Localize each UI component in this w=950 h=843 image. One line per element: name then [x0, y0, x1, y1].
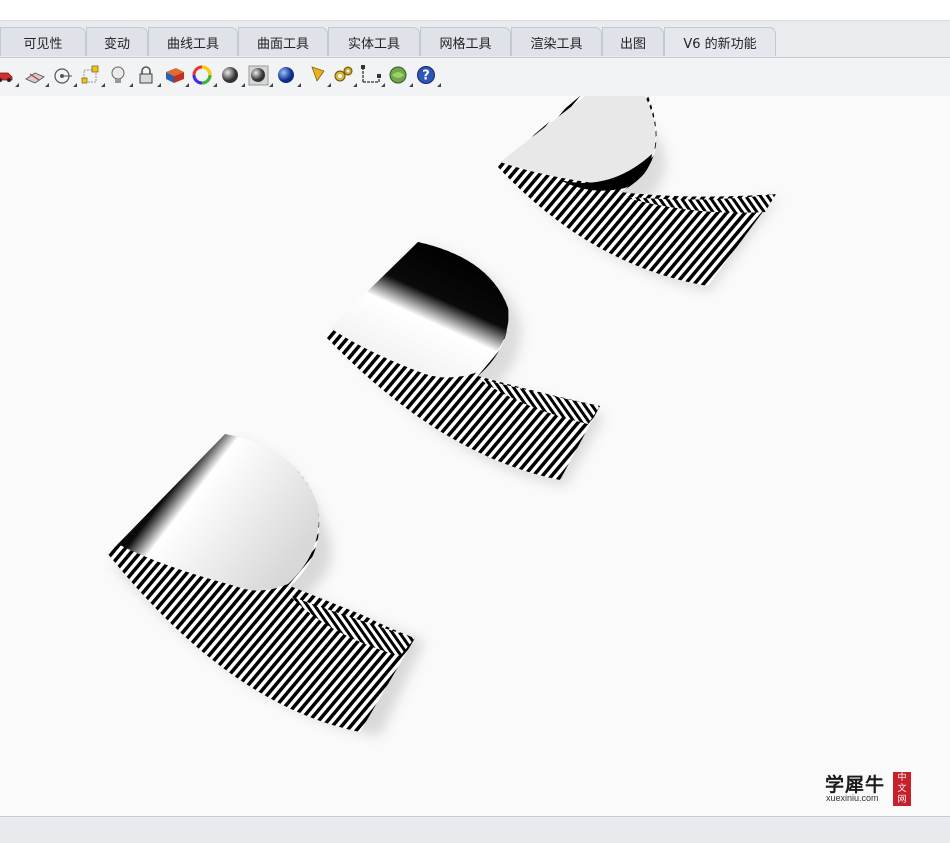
- seal-char: 文: [897, 784, 907, 794]
- tab-solid-tools[interactable]: 实体工具: [328, 27, 420, 56]
- help-icon[interactable]: ?: [416, 64, 441, 87]
- tab-curve-tools[interactable]: 曲线工具: [148, 27, 238, 56]
- target-icon[interactable]: [52, 64, 77, 87]
- zebra-surface-top[interactable]: [497, 96, 778, 291]
- watermark-seal: 中 文 网: [893, 772, 911, 806]
- tab-label: 渲染工具: [530, 36, 583, 52]
- title-strip: [0, 0, 950, 21]
- bounding-box-icon[interactable]: [80, 64, 105, 87]
- svg-text:?: ?: [422, 69, 430, 84]
- seal-char: 中: [897, 773, 907, 783]
- tab-surface-tools[interactable]: 曲面工具: [238, 27, 328, 56]
- dimension-icon[interactable]: [360, 64, 385, 87]
- tab-bar: 可见性 变动 曲线工具 曲面工具 实体工具 网格工具 渲染工具 出图 V6 的新…: [0, 21, 950, 57]
- spotlight-icon[interactable]: [306, 64, 331, 87]
- globe-icon[interactable]: [388, 64, 413, 87]
- tab-label: 可见性: [23, 36, 63, 52]
- tab-mesh-tools[interactable]: 网格工具: [420, 27, 511, 56]
- tab-label: V6 的新功能: [683, 36, 757, 52]
- tab-label: 出图: [619, 36, 646, 52]
- perspective-viewport[interactable]: [0, 96, 950, 816]
- sketch-plane-icon[interactable]: [24, 64, 49, 87]
- tab-label: 曲线工具: [166, 36, 219, 52]
- blue-sphere-icon[interactable]: [276, 64, 301, 87]
- command-toolbar: ?: [0, 57, 950, 97]
- tab-label: 实体工具: [347, 36, 400, 52]
- tab-label: 曲面工具: [256, 36, 309, 52]
- tab-visibility[interactable]: 可见性: [0, 27, 86, 56]
- tab-render-tools[interactable]: 渲染工具: [511, 27, 602, 56]
- shaded-sphere-icon[interactable]: [220, 64, 245, 87]
- tab-layout[interactable]: 出图: [602, 27, 664, 56]
- tab-label: 变动: [103, 36, 130, 52]
- lock-icon[interactable]: [136, 64, 161, 87]
- zebra-analysis-surfaces: [108, 96, 778, 736]
- status-bar: [0, 816, 950, 843]
- book-layer-icon[interactable]: [164, 64, 189, 87]
- watermark-logo: 学犀牛 xuexiniu.com 中 文 网: [822, 770, 916, 808]
- tab-label: 网格工具: [439, 36, 492, 52]
- tab-transform[interactable]: 变动: [86, 27, 148, 56]
- zebra-surface-middle[interactable]: [325, 242, 605, 486]
- gears-icon[interactable]: [332, 64, 357, 87]
- watermark-site: xuexiniu.com: [826, 793, 879, 803]
- zebra-surface-bottom[interactable]: [108, 434, 425, 736]
- car-icon[interactable]: [0, 64, 19, 87]
- seal-char: 网: [897, 795, 907, 805]
- tab-whats-new-v6[interactable]: V6 的新功能: [664, 27, 776, 56]
- rendered-sphere-icon[interactable]: [248, 64, 273, 87]
- lightbulb-icon[interactable]: [108, 64, 133, 87]
- color-wheel-icon[interactable]: [192, 64, 217, 87]
